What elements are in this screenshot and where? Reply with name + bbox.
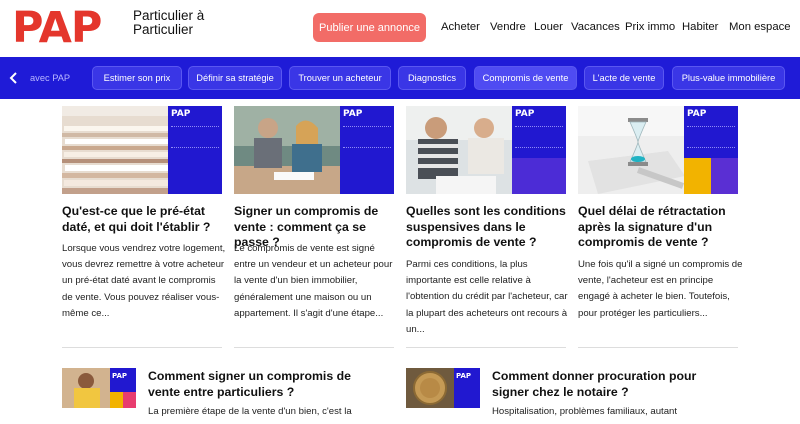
panel-text-lines [687,126,735,148]
pap-badge: PAP [456,372,471,380]
pap-badge: PAP [171,109,191,119]
article-thumbnail[interactable]: PAP [578,106,738,194]
site-header: PAP Particulier à Particulier Publier un… [0,0,800,57]
article-thumbnail[interactable]: PAP [406,106,566,194]
hourglass-photo [578,106,685,194]
men-signing-photo [406,106,513,194]
subnav-item-estimer[interactable]: Estimer son prix [92,66,182,90]
subnav-item-acte[interactable]: L'acte de vente [584,66,664,90]
divider [234,347,394,348]
nav-habiter[interactable]: Habiter [682,21,718,33]
nav-vacances[interactable]: Vacances [571,21,620,33]
article-description: Hospitalisation, problèmes familiaux, au… [492,406,678,417]
panel-text-lines [343,126,391,148]
article-thumbnail[interactable]: PAP [406,368,480,408]
pap-panel: PAP [168,106,222,194]
panel-accent-yellow [684,158,711,194]
article-title[interactable]: Qu'est-ce que le pré-état daté, et qui d… [62,204,227,235]
subnav-item-avec-pap[interactable]: avec PAP [30,66,80,90]
subnav-bar: avec PAP Estimer son prix Définir sa str… [0,57,800,99]
divider [406,347,566,348]
subnav-item-compromis[interactable]: Compromis de vente [474,66,577,90]
article-title[interactable]: Comment donner procuration pour signer c… [492,369,732,400]
article-title[interactable]: Quel délai de rétractation après la sign… [578,204,743,251]
article-title[interactable]: Quelles sont les conditions suspensives … [406,204,571,251]
couple-photo [234,106,341,194]
article-thumbnail[interactable]: PAP [234,106,394,194]
article-thumbnail[interactable]: PAP [62,106,222,194]
nav-prix-immo[interactable]: Prix immo [625,21,675,33]
panel-accent-violet [711,158,738,194]
subnav-item-plus-value[interactable]: Plus-value immobilière [672,66,785,90]
subnav-item-diagnostics[interactable]: Diagnostics [398,66,466,90]
divider [578,347,738,348]
article-description: Une fois qu'il a signé un compromis de v… [578,259,743,319]
coin-photo: PAP [406,368,480,408]
nav-vendre[interactable]: Vendre [490,21,526,33]
article-description: La première étape de la vente d'un bien,… [148,406,352,417]
divider [62,347,222,348]
pap-badge: PAP [687,109,707,119]
chevron-left-icon[interactable] [6,70,22,86]
woman-laptop-photo: PAP [62,368,136,408]
article-description: Parmi ces conditions, la plus importante… [406,259,568,335]
logo-tagline: Particulier à Particulier [133,8,205,37]
papers-photo [62,106,169,194]
publish-ad-button[interactable]: Publier une annonce [313,13,426,42]
pap-badge: PAP [515,109,535,119]
nav-acheter[interactable]: Acheter [441,21,480,33]
pap-logo[interactable]: PAP [12,6,102,50]
nav-mon-espace[interactable]: Mon espace [729,21,791,33]
pap-panel: PAP [340,106,394,194]
panel-text-lines [171,126,219,148]
pap-badge: PAP [112,372,127,380]
article-title[interactable]: Comment signer un compromis de vente ent… [148,369,378,400]
panel-text-lines [515,126,563,148]
nav-louer[interactable]: Louer [534,21,563,33]
article-description: Le compromis de vente est signé entre un… [234,243,393,319]
article-thumbnail[interactable]: PAP [62,368,136,408]
panel-accent [512,158,566,194]
article-description: Lorsque vous vendrez votre logement, vou… [62,243,226,319]
subnav-item-strategie[interactable]: Définir sa stratégie [188,66,282,90]
subnav-item-acheteur[interactable]: Trouver un acheteur [289,66,391,90]
pap-badge: PAP [343,109,363,119]
